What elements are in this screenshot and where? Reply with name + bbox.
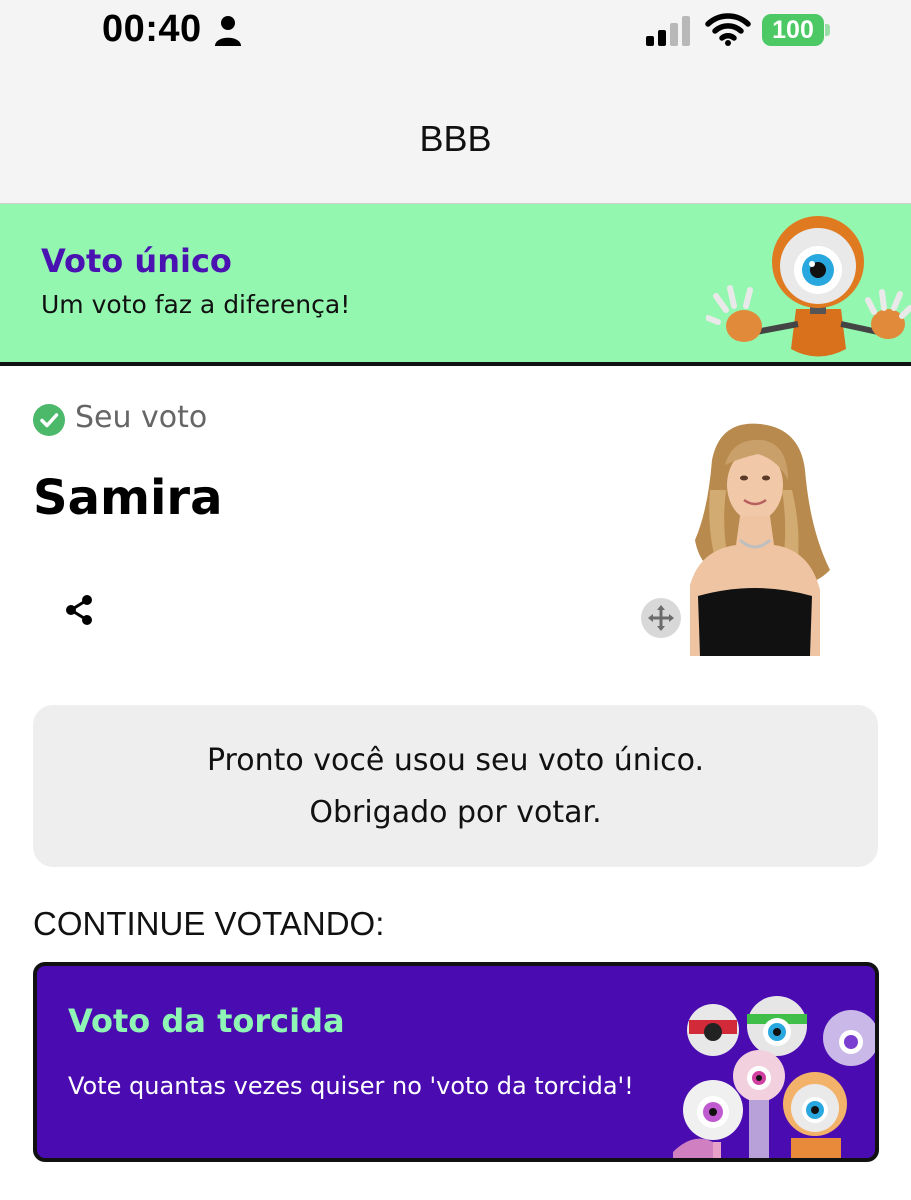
voto-unico-banner: Voto único Um voto faz a diferença! bbox=[0, 204, 911, 366]
expand-icon[interactable] bbox=[640, 597, 682, 639]
banner-title: Voto único bbox=[41, 242, 232, 280]
torcida-title: Voto da torcida bbox=[68, 1002, 345, 1040]
status-time: 00:40 bbox=[102, 8, 202, 50]
battery-icon: 100 bbox=[762, 14, 830, 46]
person-icon bbox=[215, 16, 241, 46]
share-icon[interactable] bbox=[62, 592, 96, 628]
battery-level: 100 bbox=[762, 14, 824, 46]
vote-confirmation-box: Pronto você usou seu voto único. Obrigad… bbox=[33, 705, 878, 867]
nav-bar: BBB bbox=[0, 70, 911, 204]
check-circle-icon bbox=[33, 404, 65, 436]
eye-mascot-image bbox=[706, 216, 911, 357]
confirmation-line-2: Obrigado por votar. bbox=[309, 795, 602, 830]
voto-da-torcida-card[interactable]: Voto da torcida Vote quantas vezes quise… bbox=[33, 962, 879, 1162]
banner-subtitle: Um voto faz a diferença! bbox=[41, 290, 351, 319]
vote-label: Seu voto bbox=[75, 400, 208, 435]
torcida-subtitle: Vote quantas vezes quiser no 'voto da to… bbox=[68, 1072, 634, 1100]
status-bar: 00:40 100 bbox=[0, 0, 911, 70]
candidate-name: Samira bbox=[33, 470, 223, 526]
wifi-icon bbox=[705, 13, 751, 46]
continue-voting-heading: CONTINUE VOTANDO: bbox=[33, 905, 385, 942]
eye-mascots-group-image bbox=[673, 996, 875, 1158]
page-title: BBB bbox=[419, 118, 492, 159]
confirmation-line-1: Pronto você usou seu voto único. bbox=[206, 743, 705, 778]
candidate-photo bbox=[690, 423, 830, 656]
signal-icon bbox=[646, 16, 690, 46]
